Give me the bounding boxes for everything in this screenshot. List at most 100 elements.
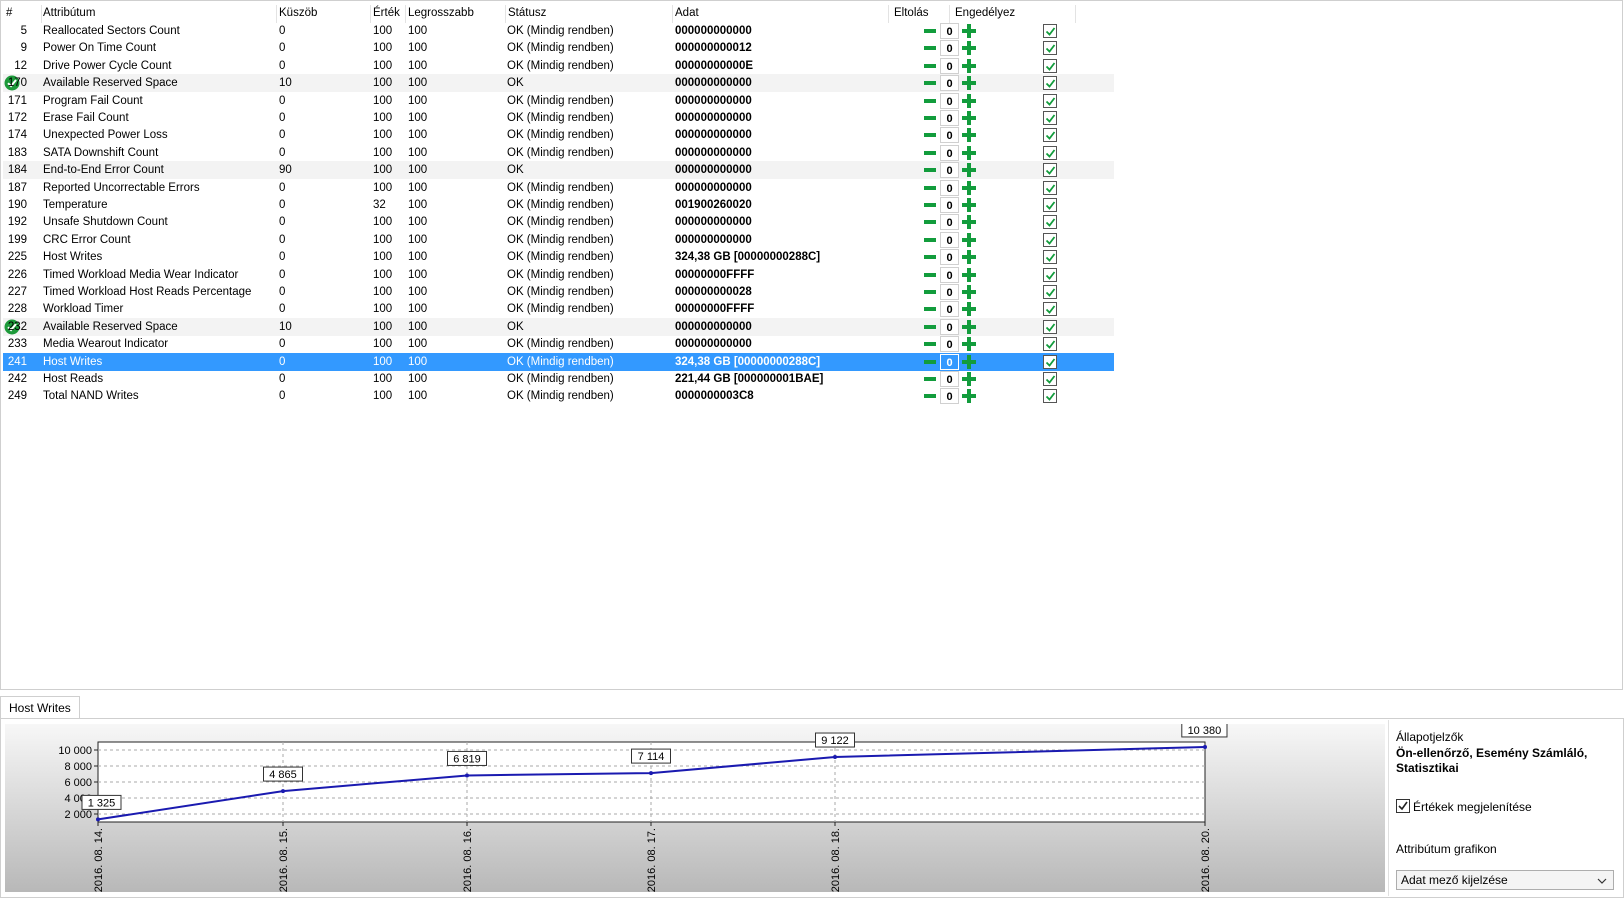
table-row[interactable]: 225 Host Writes 0 100 100 OK (Mindig rendben)… <box>3 248 1114 266</box>
show-values-checkbox[interactable] <box>1396 799 1410 813</box>
table-row[interactable]: 12 Drive Power Cycle Count 0 100 100 OK (Mind… <box>3 57 1114 75</box>
offset-value-field[interactable]: 0 <box>940 144 959 161</box>
decrease-offset-button[interactable] <box>923 250 937 264</box>
offset-value-field[interactable]: 0 <box>940 371 959 387</box>
enable-checkbox[interactable] <box>1043 41 1057 56</box>
offset-value-field[interactable]: 0 <box>940 179 959 196</box>
table-row[interactable]: 242 Host Reads 0 100 100 OK (Mindig rendben) 2… <box>3 370 1114 388</box>
offset-value-field[interactable]: 0 <box>940 266 959 283</box>
offset-value-field[interactable]: 0 <box>940 197 959 213</box>
decrease-offset-button[interactable] <box>923 146 937 160</box>
decrease-offset-button[interactable] <box>923 198 937 212</box>
table-row[interactable]: 232 Available Reserved Space 10 100 100 OK 000… <box>3 317 1114 336</box>
increase-offset-button[interactable] <box>962 198 976 212</box>
enable-checkbox[interactable] <box>1043 232 1057 247</box>
increase-offset-button[interactable] <box>962 180 976 195</box>
increase-offset-button[interactable] <box>962 145 976 160</box>
table-row[interactable]: 226 Timed Workload Media Wear Indicator 0 1… <box>3 266 1114 284</box>
offset-value-field[interactable]: 0 <box>940 127 959 144</box>
increase-offset-button[interactable] <box>962 232 976 247</box>
enable-checkbox[interactable] <box>1043 215 1057 230</box>
offset-value-field[interactable]: 0 <box>940 75 959 92</box>
column-divider[interactable] <box>276 5 277 23</box>
col-threshold-header[interactable]: Küszöb <box>279 5 317 22</box>
decrease-offset-button[interactable] <box>923 337 937 351</box>
offset-value-field[interactable]: 0 <box>940 318 959 335</box>
decrease-offset-button[interactable] <box>923 76 937 90</box>
increase-offset-button[interactable] <box>962 250 976 265</box>
col-enable-header[interactable]: Engedélyez <box>955 5 1015 22</box>
decrease-offset-button[interactable] <box>923 233 937 247</box>
increase-offset-button[interactable] <box>962 76 976 91</box>
decrease-offset-button[interactable] <box>923 59 937 73</box>
enable-checkbox[interactable] <box>1043 128 1057 143</box>
enable-checkbox[interactable] <box>1043 389 1057 404</box>
offset-value-field[interactable]: 0 <box>940 301 959 318</box>
table-row[interactable]: 187 Reported Uncorrectable Errors 0 100 100 O… <box>3 179 1114 197</box>
decrease-offset-button[interactable] <box>923 389 937 403</box>
increase-offset-button[interactable] <box>962 354 976 369</box>
table-row[interactable]: 241 Host Writes 0 100 100 OK (Mindig rendben)… <box>3 352 1114 371</box>
enable-checkbox[interactable] <box>1043 163 1057 178</box>
show-values-label[interactable]: Értékek megjelenítése <box>1413 800 1532 814</box>
decrease-offset-button[interactable] <box>923 285 937 299</box>
increase-offset-button[interactable] <box>962 215 976 230</box>
offset-value-field[interactable]: 0 <box>940 353 959 370</box>
offset-value-field[interactable]: 0 <box>940 284 959 300</box>
enable-checkbox[interactable] <box>1043 111 1057 125</box>
decrease-offset-button[interactable] <box>923 181 937 195</box>
increase-offset-button[interactable] <box>962 58 976 73</box>
enable-checkbox[interactable] <box>1043 145 1057 160</box>
offset-value-field[interactable]: 0 <box>940 162 959 179</box>
increase-offset-button[interactable] <box>962 128 976 143</box>
enable-checkbox[interactable] <box>1043 93 1057 108</box>
table-row[interactable]: 174 Unexpected Power Loss 0 100 100 OK (Mindi… <box>3 126 1114 144</box>
enable-checkbox[interactable] <box>1043 76 1057 91</box>
offset-value-field[interactable]: 0 <box>940 40 959 57</box>
offset-value-field[interactable]: 0 <box>940 23 959 39</box>
decrease-offset-button[interactable] <box>923 268 937 282</box>
increase-offset-button[interactable] <box>962 337 976 352</box>
increase-offset-button[interactable] <box>962 41 976 56</box>
enable-checkbox[interactable] <box>1043 24 1057 38</box>
enable-checkbox[interactable] <box>1043 302 1057 317</box>
table-row[interactable]: 9 Power On Time Count 0 100 100 OK (Mindig re… <box>3 39 1114 57</box>
decrease-offset-button[interactable] <box>923 302 937 316</box>
offset-value-field[interactable]: 0 <box>940 57 959 74</box>
table-row[interactable]: 233 Media Wearout Indicator 0 100 100 OK (Min… <box>3 335 1114 353</box>
offset-value-field[interactable]: 0 <box>940 249 959 266</box>
offset-value-field[interactable]: 0 <box>940 231 959 248</box>
enable-checkbox[interactable] <box>1043 337 1057 352</box>
increase-offset-button[interactable] <box>962 389 976 404</box>
decrease-offset-button[interactable] <box>923 163 937 177</box>
enable-checkbox[interactable] <box>1043 372 1057 386</box>
offset-value-field[interactable]: 0 <box>940 388 959 405</box>
increase-offset-button[interactable] <box>962 24 976 38</box>
increase-offset-button[interactable] <box>962 319 976 334</box>
decrease-offset-button[interactable] <box>923 24 937 38</box>
decrease-offset-button[interactable] <box>923 128 937 142</box>
table-row[interactable]: 184 End-to-End Error Count 90 100 100 OK 00000… <box>3 161 1114 180</box>
table-row[interactable]: 199 CRC Error Count 0 100 100 OK (Mindig rend… <box>3 231 1114 249</box>
col-offset-header[interactable]: Eltolás <box>894 5 929 22</box>
decrease-offset-button[interactable] <box>923 215 937 229</box>
table-row[interactable]: 5 Reallocated Sectors Count 0 100 100 OK (Min… <box>3 22 1114 40</box>
col-number-header[interactable]: # <box>6 5 12 22</box>
offset-value-field[interactable]: 0 <box>940 92 959 109</box>
column-divider[interactable] <box>949 5 950 23</box>
table-row[interactable]: 228 Workload Timer 0 100 100 OK (Mindig rendb… <box>3 300 1114 318</box>
table-row[interactable]: 227 Timed Workload Host Reads Percentage 0… <box>3 283 1114 301</box>
table-row[interactable]: 170 Available Reserved Space 10 100 100 OK 000… <box>3 74 1114 93</box>
enable-checkbox[interactable] <box>1043 267 1057 282</box>
offset-value-field[interactable]: 0 <box>940 110 959 126</box>
table-row[interactable]: 190 Temperature 0 32 100 OK (Mindig rendben) 0… <box>3 196 1114 214</box>
col-attribute-header[interactable]: Attribútum <box>43 5 95 22</box>
table-row[interactable]: 249 Total NAND Writes 0 100 100 OK (Mindig re… <box>3 387 1114 405</box>
table-row[interactable]: 171 Program Fail Count 0 100 100 OK (Mindig r… <box>3 92 1114 110</box>
tab-host-writes[interactable]: Host Writes <box>0 696 80 719</box>
column-divider[interactable] <box>505 5 506 23</box>
col-worst-header[interactable]: Legrosszabb <box>408 5 474 22</box>
enable-checkbox[interactable] <box>1043 319 1057 334</box>
column-divider[interactable] <box>672 5 673 23</box>
enable-checkbox[interactable] <box>1043 250 1057 265</box>
